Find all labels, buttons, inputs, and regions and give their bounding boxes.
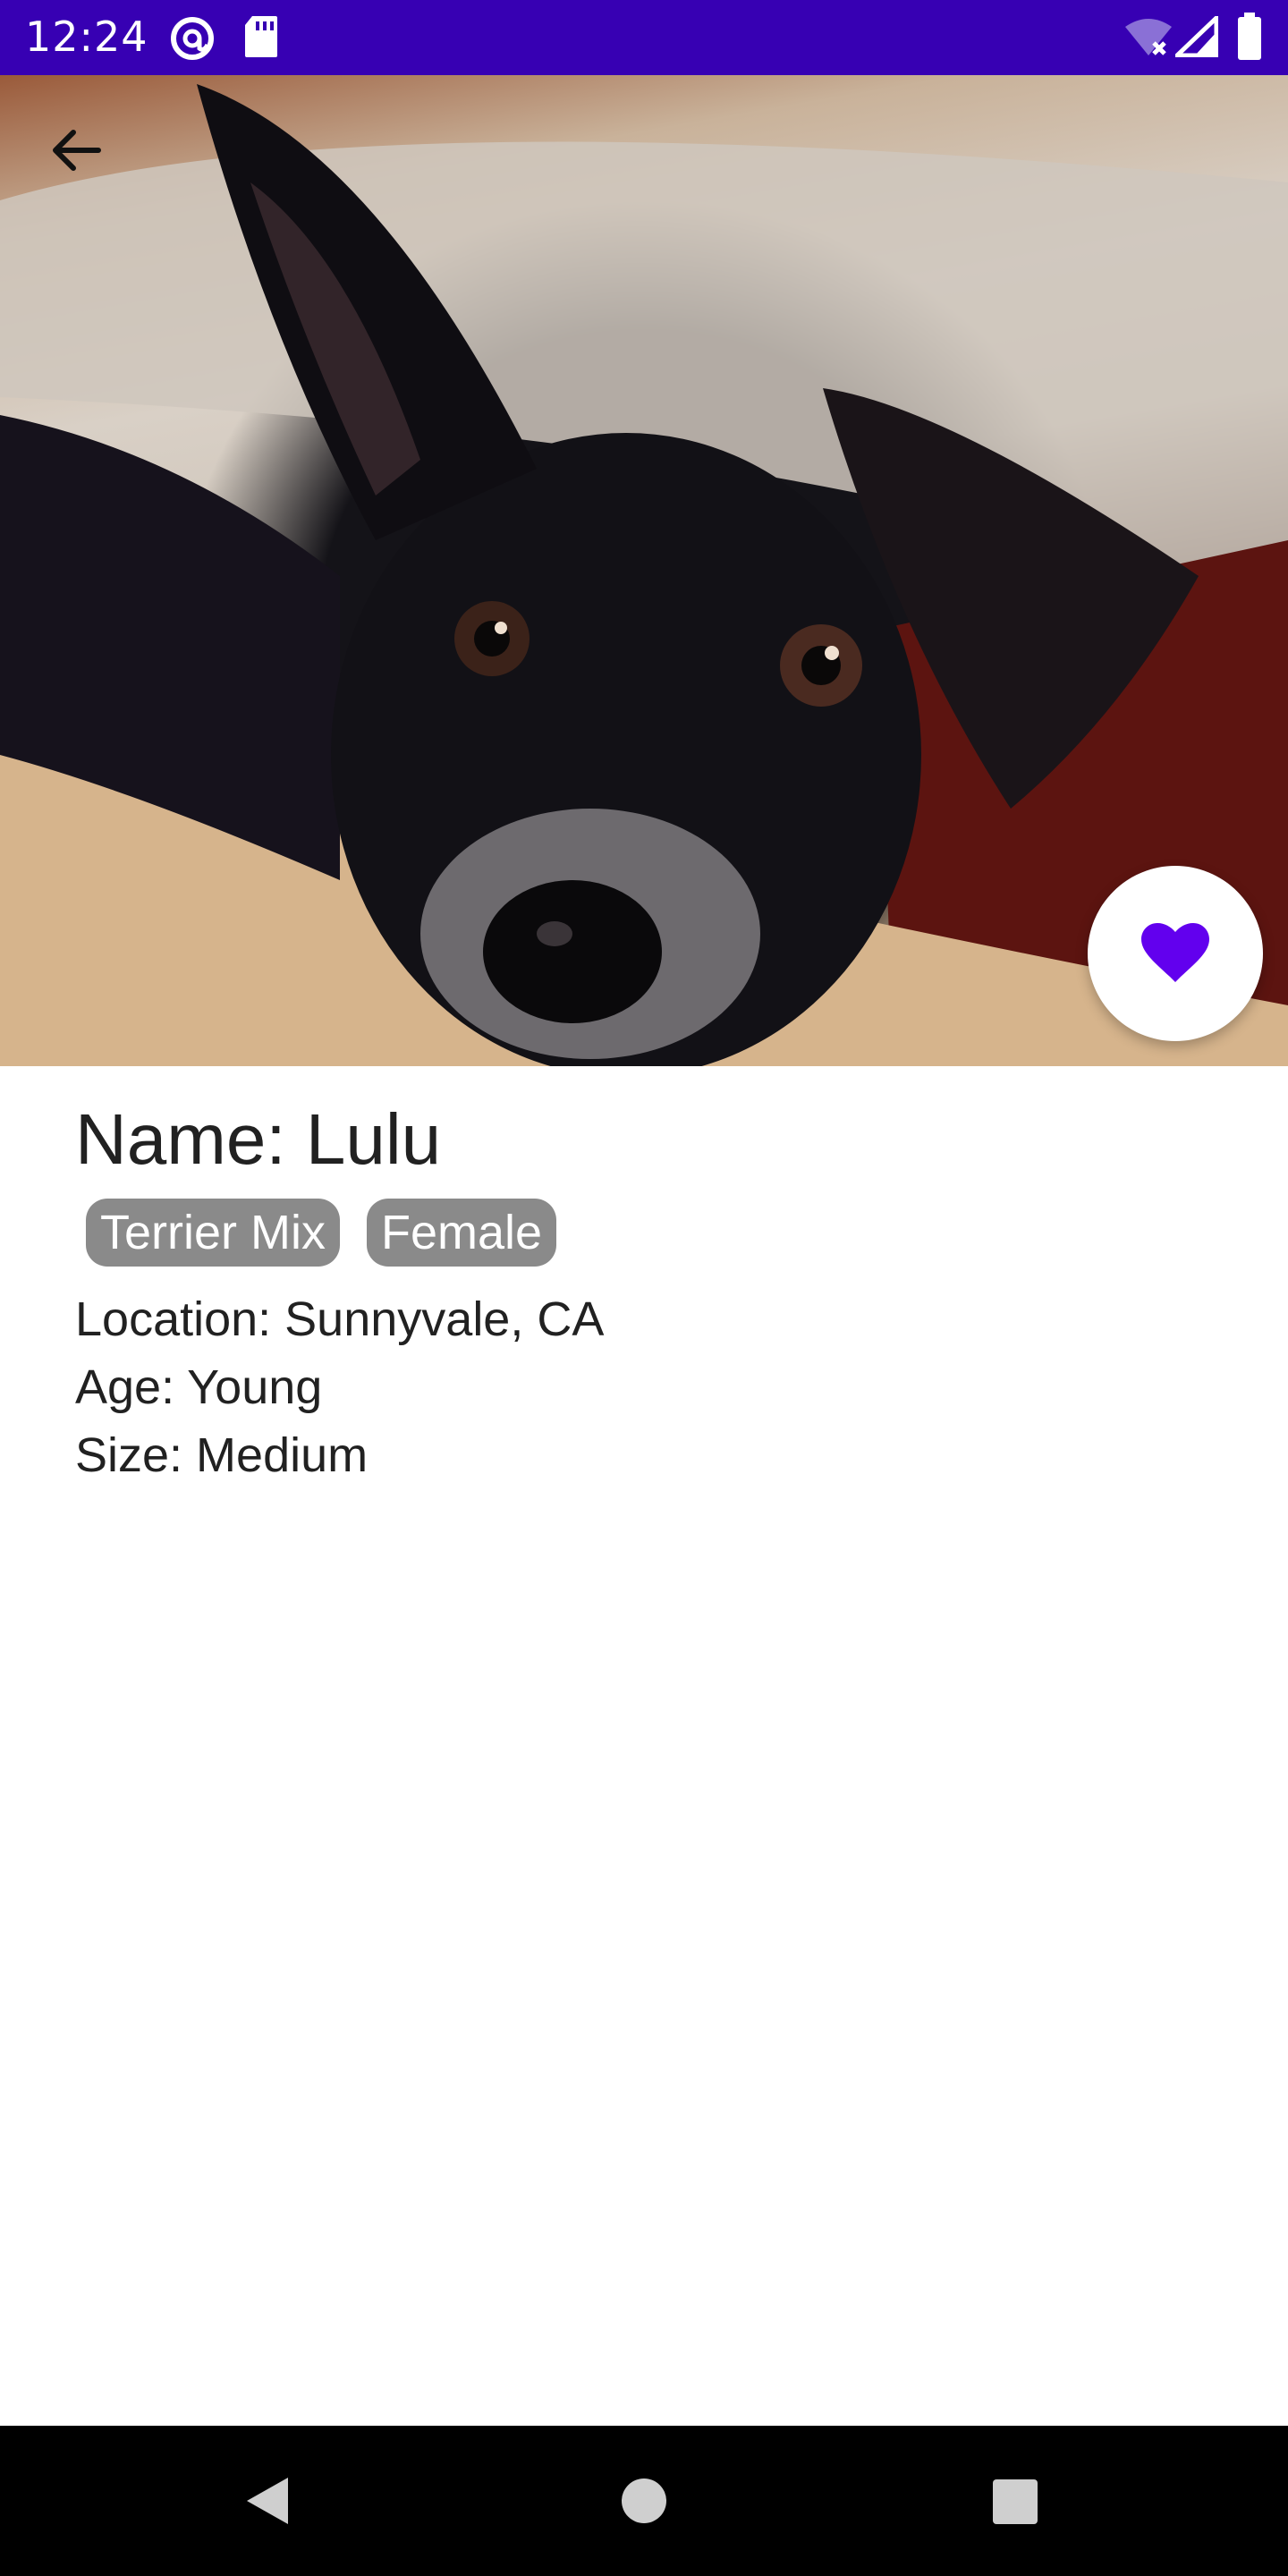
pet-name: Name: Lulu <box>75 1099 442 1179</box>
heart-icon <box>1141 923 1209 982</box>
tag-chips: Terrier Mix Female <box>86 1199 557 1267</box>
at-sign-icon <box>168 14 216 66</box>
back-triangle-icon[interactable] <box>242 2474 295 2528</box>
arrow-back-icon <box>53 130 101 171</box>
status-bar: 12:24 <box>0 0 1288 75</box>
pet-location: Location: Sunnyvale, CA <box>75 1292 605 1346</box>
sd-card-icon <box>243 14 279 63</box>
back-button[interactable] <box>36 111 114 190</box>
favorite-button[interactable] <box>1088 866 1263 1041</box>
battery-icon <box>1236 13 1263 64</box>
recents-square-icon[interactable] <box>991 2478 1039 2526</box>
signal-icon <box>1171 13 1219 61</box>
breed-chip: Terrier Mix <box>86 1199 340 1267</box>
home-circle-icon[interactable] <box>619 2476 669 2526</box>
pet-age: Age: Young <box>75 1360 323 1414</box>
pet-size: Size: Medium <box>75 1428 369 1482</box>
wifi-off-icon <box>1123 18 1174 61</box>
gender-chip: Female <box>367 1199 557 1267</box>
navigation-bar <box>0 2426 1288 2576</box>
status-time: 12:24 <box>25 13 148 61</box>
